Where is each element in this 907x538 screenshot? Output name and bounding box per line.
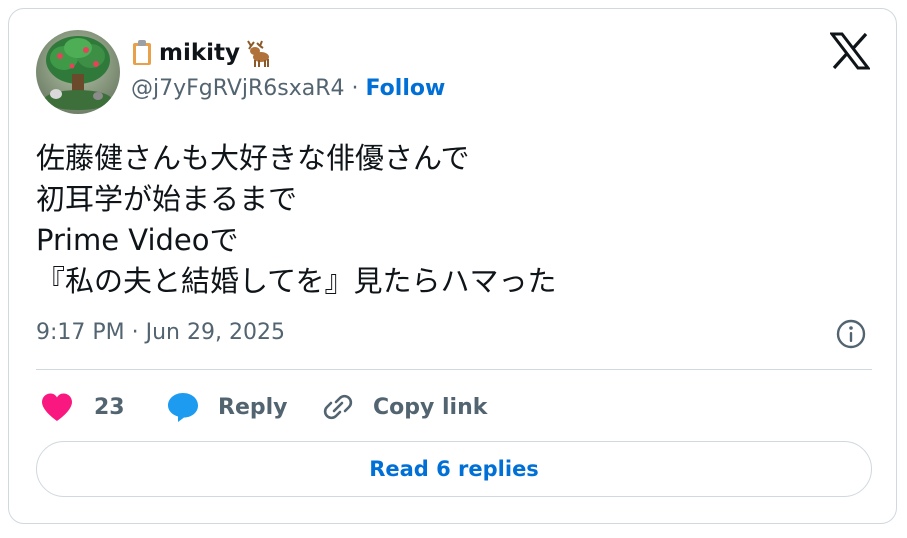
avatar-image bbox=[36, 30, 120, 114]
clipboard-icon bbox=[131, 39, 153, 67]
like-count: 23 bbox=[94, 394, 125, 420]
info-icon[interactable] bbox=[835, 318, 867, 350]
handle[interactable]: @j7yFgRVjR6sxaR4 bbox=[131, 76, 345, 101]
tweet-text: 佐藤健さんも大好きな俳優さんで 初耳学が始まるまで Prime Videoで 『… bbox=[36, 138, 557, 302]
follow-button[interactable]: Follow bbox=[366, 76, 446, 101]
author-name-row[interactable]: mikity bbox=[131, 36, 272, 70]
tweet-line: 『私の夫と結婚してを』見たらハマった bbox=[36, 264, 557, 298]
deer-icon bbox=[242, 38, 272, 68]
separator-dot: · bbox=[351, 76, 359, 101]
tweet-line: 初耳学が始まるまで bbox=[36, 182, 298, 216]
tweet-line: Prime Videoで bbox=[36, 223, 239, 257]
handle-row: @j7yFgRVjR6sxaR4 · Follow bbox=[131, 76, 445, 101]
divider bbox=[36, 369, 872, 370]
copy-link-button[interactable]: Copy link bbox=[321, 388, 487, 426]
link-icon bbox=[321, 390, 355, 424]
read-replies-button[interactable]: Read 6 replies bbox=[36, 441, 872, 497]
reply-label: Reply bbox=[218, 394, 288, 420]
like-button[interactable]: 23 bbox=[40, 388, 125, 426]
avatar[interactable] bbox=[36, 30, 120, 114]
timestamp-link[interactable]: 9:17 PM · Jun 29, 2025 bbox=[36, 320, 285, 345]
reply-button[interactable]: Reply bbox=[166, 388, 288, 426]
x-logo-icon[interactable] bbox=[828, 32, 872, 70]
heart-icon bbox=[40, 392, 74, 422]
tweet-line: 佐藤健さんも大好きな俳優さんで bbox=[36, 141, 470, 175]
reply-bubble-icon bbox=[166, 391, 200, 423]
copy-link-label: Copy link bbox=[373, 394, 488, 420]
read-replies-label: Read 6 replies bbox=[369, 457, 539, 481]
display-name[interactable]: mikity bbox=[159, 40, 240, 66]
